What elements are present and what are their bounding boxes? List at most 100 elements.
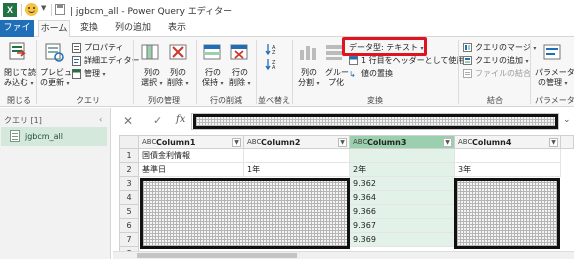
use-first-row-label: 1 行目をヘッダーとして使用 bbox=[361, 56, 465, 65]
group-by-label-line2: プ化 bbox=[328, 78, 344, 87]
text-type-icon[interactable]: ABC bbox=[353, 138, 367, 146]
manage-parameters-label: パラメーター bbox=[535, 68, 574, 77]
merge-queries-label-wrap: クエリのマージ ▾ bbox=[475, 43, 536, 54]
chevron-down-icon[interactable]: ▼ bbox=[41, 4, 46, 12]
refresh-preview-label-line2: の更新 bbox=[40, 78, 64, 87]
queries-pane: クエリ [1] ‹ jgbcm_all bbox=[0, 108, 111, 259]
group-label-columns: 列の管理 bbox=[148, 96, 180, 105]
filter-dropdown-icon[interactable]: ▼ bbox=[549, 138, 558, 147]
group-label-sort: 並べ替え bbox=[258, 96, 290, 105]
feedback-smiley-icon[interactable] bbox=[25, 3, 38, 16]
row-number[interactable]: 4 bbox=[119, 191, 139, 205]
scrollbar-thumb[interactable] bbox=[137, 253, 297, 258]
properties-label: プロパティ bbox=[84, 43, 124, 52]
sort-descending-icon[interactable]: ZA bbox=[265, 58, 279, 70]
divider bbox=[256, 40, 257, 104]
group-by-icon bbox=[326, 45, 342, 60]
column-header-partial[interactable] bbox=[561, 135, 574, 149]
text-type-icon[interactable]: ABC bbox=[247, 138, 261, 146]
row-number[interactable]: 5 bbox=[119, 205, 139, 219]
table-cell[interactable]: 国債金利情報 bbox=[139, 149, 244, 163]
tab-home[interactable]: ホーム bbox=[38, 20, 70, 38]
svg-text:A: A bbox=[272, 65, 276, 70]
cancel-icon[interactable]: ✕ bbox=[123, 114, 133, 128]
advanced-editor-label: 詳細エディター bbox=[84, 56, 140, 65]
chevron-down-icon: ▾ bbox=[30, 80, 34, 87]
replace-values-label: 値の置換 bbox=[361, 69, 393, 78]
chevron-down-icon[interactable]: ⌄ bbox=[563, 115, 571, 125]
column-header-4[interactable]: ABC Column4 ▼ bbox=[455, 135, 561, 149]
choose-columns-icon bbox=[141, 44, 159, 60]
filter-dropdown-icon[interactable]: ▼ bbox=[232, 138, 241, 147]
chevron-down-icon: ▾ bbox=[247, 80, 251, 87]
tab-transform[interactable]: 変換 bbox=[73, 20, 105, 37]
text-type-icon[interactable]: ABC bbox=[142, 138, 156, 146]
table-cell[interactable]: 1年 bbox=[244, 163, 350, 177]
group-label-combine: 結合 bbox=[487, 96, 503, 105]
row-number[interactable]: 3 bbox=[119, 177, 139, 191]
data-grid: ABC Column1 ▼ ABC Column2 ▼ ABC Column3 … bbox=[113, 134, 574, 259]
collapse-pane-icon[interactable]: ‹ bbox=[99, 115, 107, 124]
group-label-close: 閉じる bbox=[7, 96, 31, 105]
use-first-row-icon bbox=[349, 56, 358, 65]
remove-columns-label: 列の bbox=[170, 68, 186, 77]
query-list-item[interactable]: jgbcm_all bbox=[1, 127, 107, 146]
chevron-down-icon: ▾ bbox=[185, 80, 189, 87]
table-cell[interactable]: 9.362 bbox=[350, 177, 455, 191]
divider bbox=[458, 40, 459, 104]
horizontal-scrollbar[interactable] bbox=[113, 251, 574, 259]
group-by-label: グルー bbox=[325, 68, 349, 77]
sort-ascending-icon[interactable]: AZ bbox=[265, 43, 279, 55]
manage-label: 管理 bbox=[84, 69, 100, 78]
table-cell[interactable]: 3年 bbox=[455, 163, 561, 177]
table-icon bbox=[10, 130, 20, 142]
manage-parameters-label-2: の管理 ▾ bbox=[538, 78, 568, 89]
choose-columns-label-line2: 選択 bbox=[141, 78, 157, 87]
manage-label-wrap: 管理 ▾ bbox=[84, 69, 106, 80]
merge-queries-icon bbox=[463, 43, 472, 52]
column-header-label: Column3 bbox=[367, 138, 407, 147]
title-bar: X ▼ | jgbcm_all - Power Query エディター bbox=[0, 0, 574, 20]
redacted-cells bbox=[140, 178, 350, 249]
row-number[interactable]: 7 bbox=[119, 233, 139, 247]
row-number[interactable]: 2 bbox=[119, 163, 139, 177]
chevron-down-icon: ▾ bbox=[316, 80, 320, 87]
group-label-query: クエリ bbox=[76, 96, 100, 105]
use-first-row-label-wrap: 1 行目をヘッダーとして使用 ▾ bbox=[361, 56, 470, 67]
close-and-load-label-2: み込む ▾ bbox=[4, 78, 34, 89]
filter-dropdown-icon[interactable]: ▼ bbox=[443, 138, 452, 147]
tab-view[interactable]: 表示 bbox=[162, 20, 192, 37]
advanced-editor-icon bbox=[72, 56, 81, 66]
check-icon[interactable]: ✓ bbox=[153, 114, 162, 127]
parameters-icon bbox=[543, 44, 561, 60]
tab-add-column[interactable]: 列の追加 bbox=[108, 20, 158, 37]
remove-rows-icon bbox=[230, 44, 248, 60]
divider bbox=[133, 40, 134, 104]
table-cell[interactable] bbox=[455, 149, 561, 163]
table-cell[interactable]: 基準日 bbox=[139, 163, 244, 177]
filter-dropdown-icon[interactable]: ▼ bbox=[338, 138, 347, 147]
column-header-1[interactable]: ABC Column1 ▼ bbox=[139, 135, 244, 149]
save-icon[interactable] bbox=[55, 4, 65, 15]
table-cell[interactable] bbox=[244, 149, 350, 163]
tab-file[interactable]: ファイル bbox=[0, 20, 34, 49]
table-cell[interactable]: 9.367 bbox=[350, 219, 455, 233]
column-header-2[interactable]: ABC Column2 ▼ bbox=[244, 135, 350, 149]
table-cell[interactable]: 9.364 bbox=[350, 191, 455, 205]
append-queries-label-wrap: クエリの追加 ▾ bbox=[475, 56, 529, 67]
row-number[interactable]: 1 bbox=[119, 149, 139, 163]
redacted-formula bbox=[193, 114, 558, 129]
manage-icon bbox=[72, 69, 81, 79]
column-header-3[interactable]: ABC Column3 ▼ bbox=[350, 135, 455, 149]
table-cell[interactable]: 9.369 bbox=[350, 233, 455, 247]
table-cell[interactable]: 9.366 bbox=[350, 205, 455, 219]
row-number[interactable]: 6 bbox=[119, 219, 139, 233]
table-cell[interactable]: 2年 bbox=[350, 163, 455, 177]
split-column-label-line2: 分割 bbox=[298, 78, 314, 87]
table-corner-menu[interactable] bbox=[119, 135, 139, 149]
split-column-label: 列の bbox=[301, 68, 317, 77]
text-type-icon[interactable]: ABC bbox=[458, 138, 472, 146]
table-cell[interactable] bbox=[350, 149, 455, 163]
chevron-down-icon: ▾ bbox=[564, 80, 568, 87]
query-item-label: jgbcm_all bbox=[25, 132, 63, 141]
